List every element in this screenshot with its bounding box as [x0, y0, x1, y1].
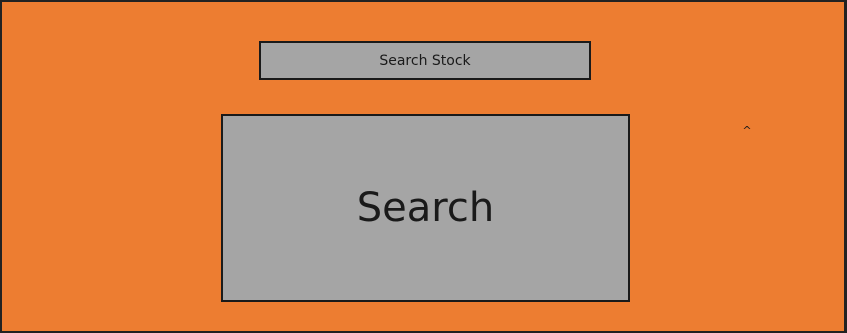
search-stock-button[interactable]: Search Stock: [259, 41, 591, 80]
search-button[interactable]: Search: [221, 114, 630, 302]
caret-up-icon: ^: [742, 124, 752, 137]
search-panel: Search Stock Search ^: [0, 0, 847, 333]
